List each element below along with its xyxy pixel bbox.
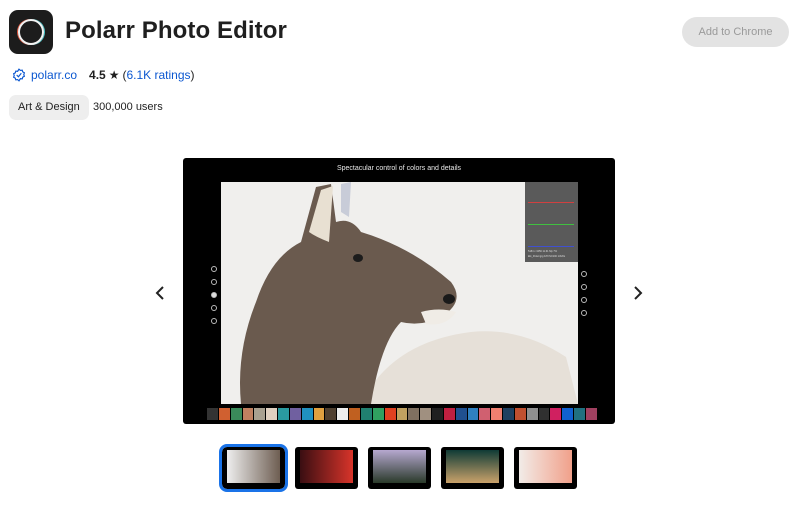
app-title: Polarr Photo Editor [65, 17, 287, 44]
thumbnail-strip [219, 444, 577, 492]
chevron-right-icon [634, 286, 643, 300]
rating-value: 4.5 [89, 68, 106, 82]
elk-photo: 5184 x 3456 11.61 Mp 7% Elk_Polarr.jpg F… [221, 182, 578, 404]
paren-close: ) [190, 68, 195, 82]
ratings-link[interactable]: 6.1K ratings [126, 68, 190, 82]
main-screenshot: Spectacular control of colors and detail… [183, 158, 615, 424]
add-to-chrome-button[interactable]: Add to Chrome [682, 17, 789, 47]
compare-icon [581, 284, 587, 290]
app-icon [9, 10, 53, 54]
user-count: 300,000 users [93, 101, 163, 113]
undo-icon [581, 297, 587, 303]
meta-row: polarr.co 4.5 ★ ( 6.1K ratings ) [12, 68, 195, 82]
histogram-blue [528, 246, 574, 247]
chevron-left-icon [155, 286, 164, 300]
publisher-link[interactable]: polarr.co [31, 68, 77, 82]
tool-icon-5 [211, 318, 217, 324]
star-icon: ★ [108, 68, 120, 82]
carousel-prev-button[interactable] [150, 282, 170, 304]
histogram-info-1: 5184 x 3456 11.61 Mp 7% [528, 250, 558, 253]
thumbnail-4[interactable] [441, 447, 504, 489]
redo-icon [581, 310, 587, 316]
tool-icon-3 [211, 292, 217, 298]
filter-filmstrip [207, 408, 597, 420]
histogram-red [528, 202, 574, 203]
camera-icon [581, 271, 587, 277]
histogram-panel: 5184 x 3456 11.61 Mp 7% Elk_Polarr.jpg F… [525, 182, 578, 262]
carousel-next-button[interactable] [628, 282, 648, 304]
tool-icon-2 [211, 279, 217, 285]
thumbnail-1[interactable] [219, 444, 288, 492]
histogram-green [528, 224, 574, 225]
thumb-2-image [300, 450, 353, 483]
polarr-ring-icon [18, 19, 44, 45]
thumb-5-image [519, 450, 572, 483]
thumb-1-image [227, 450, 280, 483]
thumb-4-image [446, 450, 499, 483]
thumbnail-5[interactable] [514, 447, 577, 489]
verified-badge-icon [12, 68, 26, 82]
tool-icon-1 [211, 266, 217, 272]
category-chip[interactable]: Art & Design [9, 95, 89, 120]
crop-icon [211, 305, 217, 311]
thumbnail-3[interactable] [368, 447, 431, 489]
screenshot-caption: Spectacular control of colors and detail… [336, 165, 462, 172]
histogram-info-2: Elk_Polarr.jpg F/8 ISO100 1/320s [528, 255, 566, 258]
thumb-3-image [373, 450, 426, 483]
thumbnail-2[interactable] [295, 447, 358, 489]
